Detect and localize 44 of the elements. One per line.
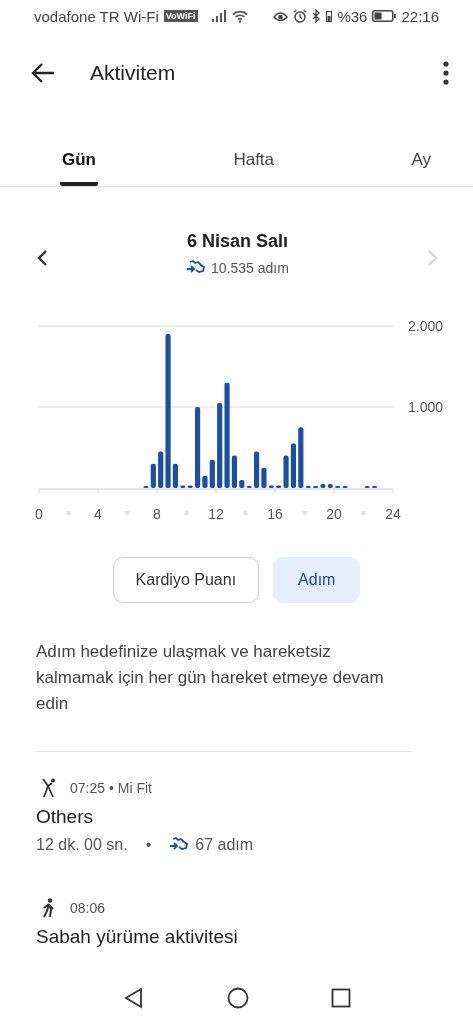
activity-title: Others bbox=[36, 806, 95, 828]
activity-steps: 67 adım bbox=[195, 836, 254, 854]
back-arrow-icon bbox=[30, 62, 56, 84]
activity-duration: 12 dk. 00 sn. bbox=[36, 836, 128, 854]
period-tab[interactable]: Hafta bbox=[231, 114, 277, 186]
period-tab[interactable]: Gün bbox=[60, 114, 98, 186]
stick-figure-icon bbox=[42, 778, 56, 798]
bluetooth-icon bbox=[312, 9, 322, 23]
goal-description: Adım hedefinize ulaşmak ve hareketsiz kalmamak için her gün hareket etmeye devam edin bbox=[36, 639, 411, 752]
eye-icon bbox=[273, 10, 289, 22]
metric-toggle-button[interactable]: Kardiyo Puanı bbox=[112, 557, 260, 603]
battery-small-icon bbox=[326, 10, 333, 22]
battery-icon bbox=[372, 10, 397, 22]
walking-person-icon bbox=[42, 898, 56, 918]
x-axis-label: 0 bbox=[35, 506, 43, 522]
vowifi-badge: VoWiFi bbox=[163, 10, 198, 22]
activity-time: 07:25 • Mi Fit bbox=[70, 780, 152, 796]
x-axis-label: 4 bbox=[94, 506, 102, 522]
battery-percent: %36 bbox=[337, 7, 368, 25]
chevron-left-icon bbox=[36, 249, 48, 267]
clock-time: 22:16 bbox=[401, 7, 439, 25]
steps-icon bbox=[169, 837, 190, 853]
carrier-name: vodafone TR Wi-Fi bbox=[34, 7, 159, 25]
x-axis-label: 20 bbox=[326, 506, 342, 522]
x-axis-label: 8 bbox=[153, 506, 161, 522]
y-axis-label: 2.000 bbox=[408, 318, 444, 334]
metric-toggle-button[interactable]: Adım bbox=[273, 557, 361, 603]
activity-title: Sabah yürüme aktivitesi bbox=[36, 926, 239, 948]
daily-steps: 10.535 adım bbox=[211, 260, 289, 276]
screen-title: Aktivitem bbox=[90, 61, 176, 85]
y-axis-label: 1.000 bbox=[408, 399, 444, 415]
x-axis-label: 12 bbox=[208, 506, 224, 522]
x-axis-label: 24 bbox=[385, 506, 401, 522]
x-axis-label: 16 bbox=[267, 506, 283, 522]
date-title: 6 Nisan Salı bbox=[186, 231, 289, 252]
steps-icon bbox=[186, 260, 207, 276]
activity-time: 08:06 bbox=[70, 900, 106, 916]
period-tab[interactable]: Ay bbox=[409, 114, 433, 186]
alarm-icon bbox=[293, 9, 308, 23]
more-vertical-icon bbox=[443, 61, 449, 85]
signal-icon bbox=[210, 10, 227, 22]
chevron-right-icon bbox=[427, 249, 439, 267]
wifi-icon bbox=[231, 9, 248, 23]
separator-dot: • bbox=[145, 836, 152, 854]
